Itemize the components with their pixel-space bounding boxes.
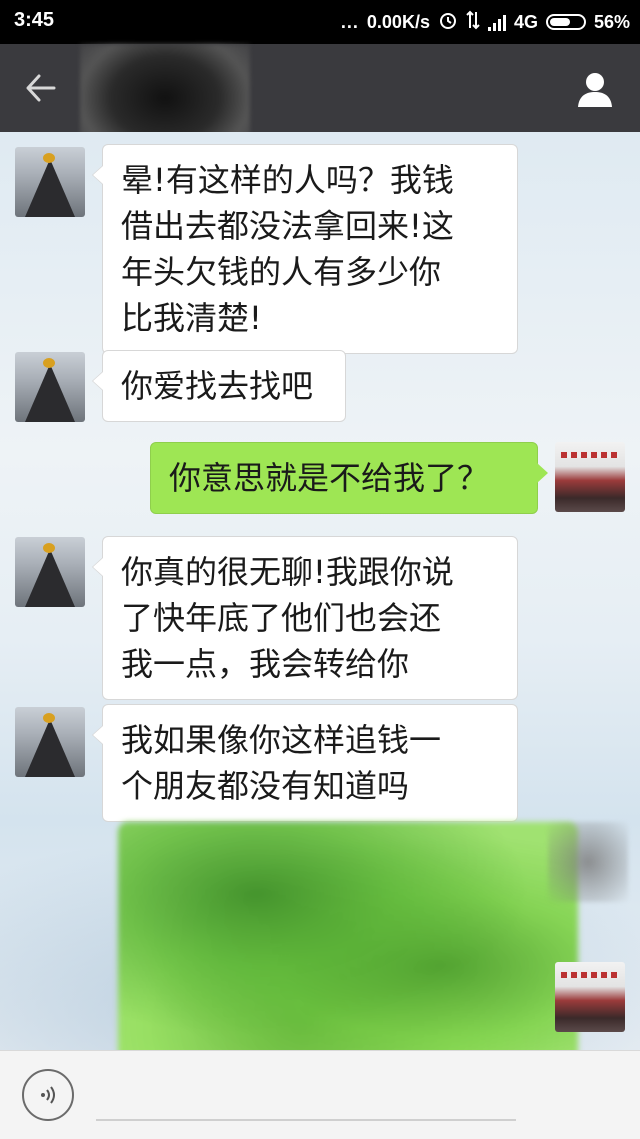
message-line: 我一点，我会转给你 (121, 645, 410, 683)
message-bubble-sent[interactable]: 你意思就是不给我了？ (150, 442, 548, 514)
avatar-mountain (25, 549, 75, 607)
status-bar: 3:45 ... 0.00K/s 4G 56% (0, 0, 640, 44)
input-bar (0, 1050, 640, 1139)
data-transfer-icon (466, 10, 480, 35)
arrow-left-icon (26, 74, 56, 102)
avatar-banner (561, 972, 619, 978)
message-line: 比我清楚! (121, 299, 262, 337)
network-speed: 0.00K/s (366, 11, 430, 32)
avatar-banner (561, 452, 619, 458)
message-bubble-received[interactable]: 我如果像你这样追钱一 个朋友都没有知道吗 (92, 704, 518, 822)
message-line: 你真的很无聊!我跟你说 (121, 553, 454, 591)
redacted-sent-messages (118, 822, 578, 1050)
alarm-icon (438, 10, 458, 35)
message-bubble-received[interactable]: 你爱找去找吧 (92, 350, 346, 422)
status-indicators: ... 0.00K/s 4G 56% (341, 9, 630, 35)
contact-avatar[interactable] (15, 707, 85, 777)
status-time: 3:45 (14, 9, 55, 31)
avatar-mountain (25, 719, 75, 777)
message-bubble-received[interactable]: 晕!有这样的人吗？我钱 借出去都没法拿回来!这 年头欠钱的人有多少你 比我清楚! (92, 144, 518, 354)
contact-avatar[interactable] (15, 537, 85, 607)
voice-button[interactable] (22, 1069, 74, 1121)
message-line: 年头欠钱的人有多少你 (121, 253, 442, 291)
message-bubble-received[interactable]: 你真的很无聊!我跟你说 了快年底了他们也会还 我一点，我会转给你 (92, 536, 518, 700)
avatar-sun (43, 543, 55, 553)
message-line: 你爱找去找吧 (121, 367, 314, 405)
battery-fill (549, 18, 571, 26)
avatar-mountain (25, 364, 75, 422)
battery-icon (545, 14, 586, 30)
title-bar (0, 44, 640, 164)
profile-button[interactable] (572, 66, 618, 112)
message-line: 你意思就是不给我了？ (169, 459, 490, 497)
network-type: 4G (513, 11, 538, 32)
battery-percent: 56% (593, 11, 630, 32)
chat-area[interactable]: 晕!有这样的人吗？我钱 借出去都没法拿回来!这 年头欠钱的人有多少你 比我清楚!… (0, 132, 640, 1050)
message-line: 借出去都没法拿回来!这 (121, 207, 454, 245)
avatar-sun (43, 153, 55, 163)
back-button[interactable] (16, 66, 66, 110)
message-line: 个朋友都没有知道吗 (121, 767, 410, 805)
signal-icon (487, 13, 506, 31)
message-line: 晕!有这样的人吗？我钱 (121, 161, 454, 199)
message-input[interactable] (96, 1071, 516, 1121)
more-dots: ... (340, 11, 359, 32)
message-line: 了快年底了他们也会还 (121, 599, 442, 637)
my-avatar[interactable] (555, 442, 625, 512)
avatar-mountain (25, 159, 75, 217)
message-line: 我如果像你这样追钱一 (121, 721, 442, 759)
person-icon (578, 73, 612, 107)
avatar-sun (43, 358, 55, 368)
voice-icon (41, 1086, 55, 1104)
redacted-avatar (548, 822, 628, 902)
avatar-sun (43, 713, 55, 723)
my-avatar[interactable] (555, 962, 625, 1032)
contact-avatar[interactable] (15, 147, 85, 217)
contact-avatar[interactable] (15, 352, 85, 422)
